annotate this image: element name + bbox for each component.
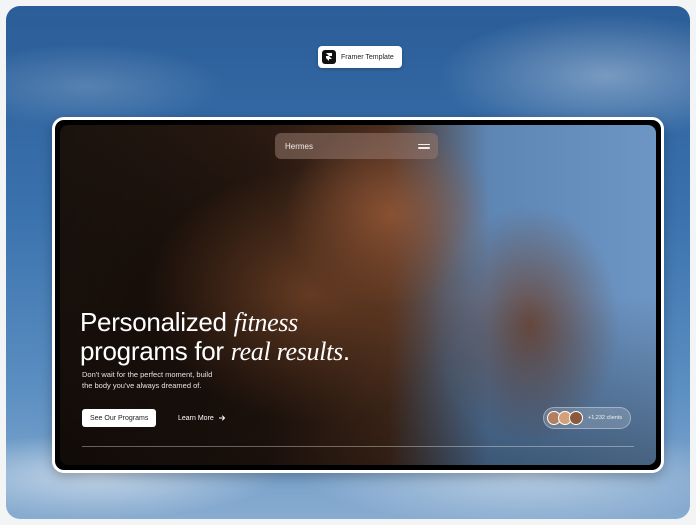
see-our-programs-button[interactable]: See Our Programs (82, 409, 157, 427)
headline-text: programs for (80, 336, 231, 366)
hero-section: Hermes Personalized fitness programs for… (60, 125, 656, 465)
avatar (569, 411, 583, 425)
headline-line-1: Personalized fitness (80, 307, 350, 338)
headline-line-2: programs for real results. (80, 336, 350, 367)
framer-template-badge[interactable]: Framer Template (318, 46, 402, 68)
framer-logo-icon (322, 50, 336, 64)
badge-label: Framer Template (341, 53, 394, 61)
avatar-group (547, 411, 583, 425)
divider (82, 446, 634, 447)
hero-subtext: Don't wait for the perfect moment, build… (82, 369, 252, 391)
learn-more-link[interactable]: Learn More (178, 409, 226, 427)
hero-headline: Personalized fitness programs for real r… (80, 307, 350, 367)
clients-count: +1,232 clients (588, 415, 623, 421)
headline-italic: fitness (233, 308, 299, 337)
headline-period: . (342, 336, 350, 366)
arrow-right-icon (218, 415, 226, 421)
hamburger-menu-icon[interactable] (418, 143, 430, 149)
navbar: Hermes (275, 133, 438, 159)
headline-text: Personalized (80, 307, 234, 337)
social-proof-pill: +1,232 clients (543, 407, 631, 429)
website-preview-frame: Hermes Personalized fitness programs for… (52, 117, 664, 473)
headline-italic: real results (230, 337, 344, 366)
subtext-line-2: the body you've always dreamed of. (82, 381, 202, 390)
background-stage: Framer Template Hermes Personalized fitn… (6, 6, 690, 519)
learn-more-label: Learn More (178, 414, 214, 422)
brand-name[interactable]: Hermes (285, 142, 313, 151)
subtext-line-1: Don't wait for the perfect moment, build (82, 370, 213, 379)
